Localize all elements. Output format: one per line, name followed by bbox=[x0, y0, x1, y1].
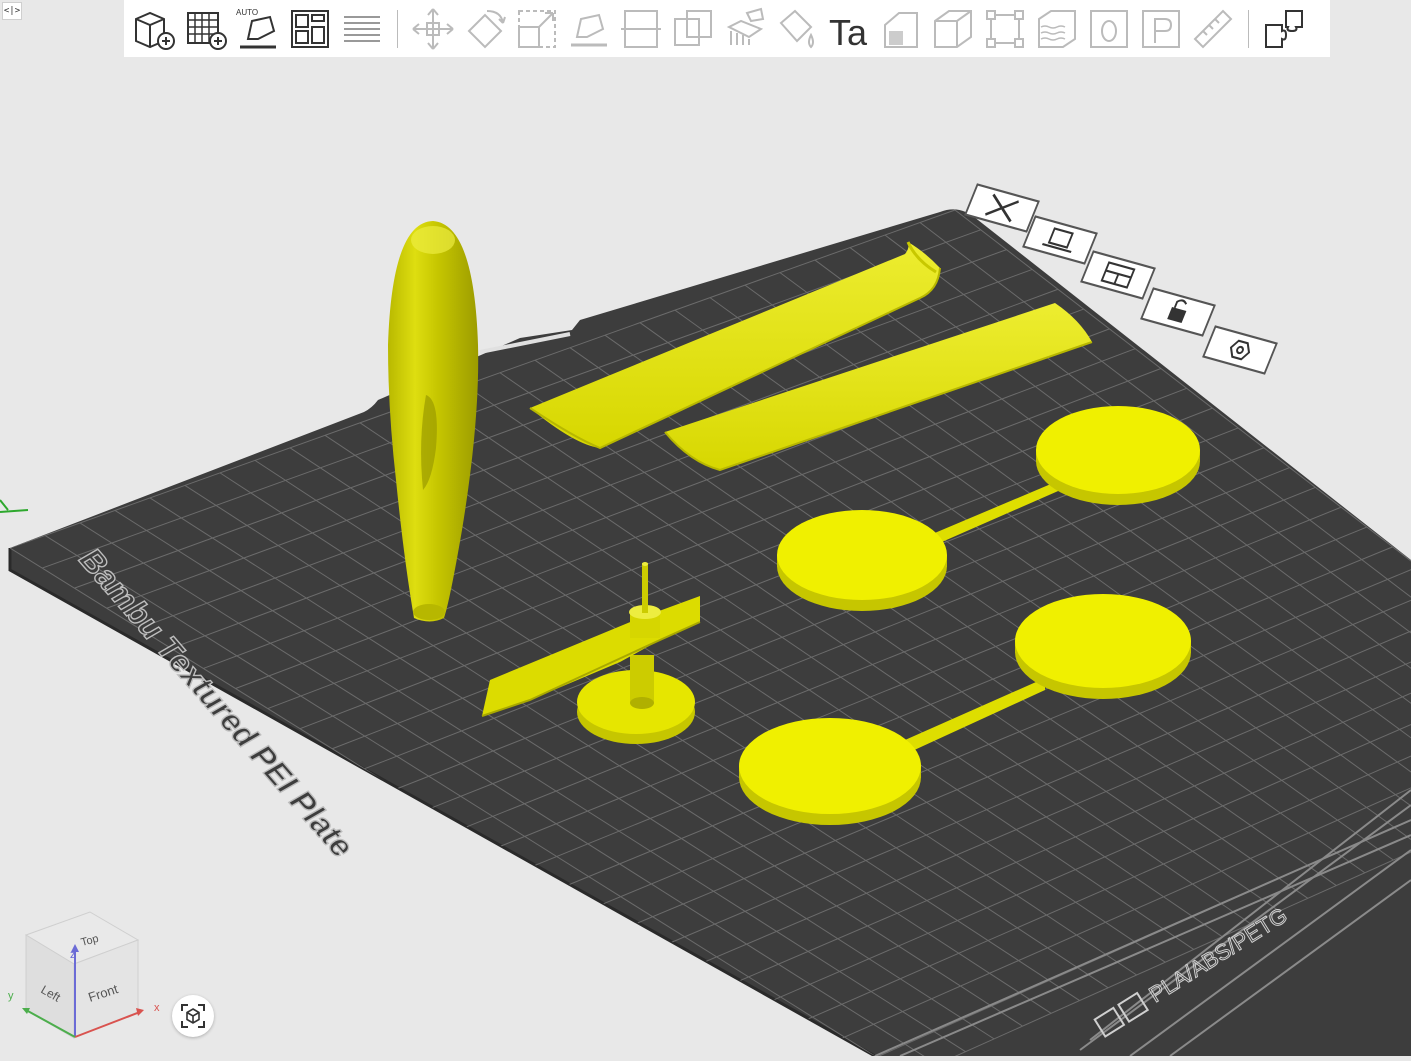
collapse-sidebar-button[interactable]: <|> bbox=[2, 2, 22, 20]
lock-plate-icon[interactable] bbox=[1140, 287, 1216, 337]
3d-viewport[interactable]: Bambu Textured PEI Plate PLA/ABS/PETG bbox=[0, 0, 1411, 1058]
color-paint-icon[interactable] bbox=[771, 0, 823, 57]
svg-text:Ta: Ta bbox=[829, 12, 868, 53]
move-icon[interactable] bbox=[407, 0, 459, 57]
ruler-icon[interactable] bbox=[1187, 0, 1239, 57]
fuzzy-skin-icon[interactable] bbox=[1031, 0, 1083, 57]
z-axis-label: z bbox=[70, 949, 76, 961]
mesh-boolean-icon[interactable] bbox=[927, 0, 979, 57]
auto-orient-icon[interactable]: AUTO bbox=[232, 0, 284, 57]
boolean-icon[interactable] bbox=[667, 0, 719, 57]
add-object-icon[interactable] bbox=[128, 0, 180, 57]
svg-text:AUTO: AUTO bbox=[236, 8, 258, 17]
plate-settings-icon[interactable] bbox=[1022, 215, 1098, 265]
object-list-icon[interactable] bbox=[1083, 0, 1135, 57]
add-plate-icon[interactable] bbox=[180, 0, 232, 57]
main-toolbar: AUTO Ta bbox=[124, 0, 1330, 57]
toolbar-separator bbox=[397, 9, 398, 48]
scale-icon[interactable] bbox=[511, 0, 563, 57]
plate-gear-icon[interactable] bbox=[1202, 325, 1278, 375]
view-navigation-cube[interactable]: Top Left Front z x y bbox=[0, 900, 175, 1050]
focus-view-icon bbox=[181, 1004, 205, 1028]
x-axis-label: x bbox=[154, 1002, 160, 1014]
arrange-plate-icon[interactable] bbox=[1080, 250, 1156, 300]
support-paint-icon[interactable] bbox=[719, 0, 771, 57]
y-axis-label: y bbox=[8, 990, 14, 1002]
plate-icon[interactable] bbox=[1135, 0, 1187, 57]
lay-on-face-icon[interactable] bbox=[563, 0, 615, 57]
text-icon[interactable]: Ta bbox=[823, 0, 875, 57]
split-layers-icon[interactable] bbox=[336, 0, 388, 57]
measure-icon[interactable] bbox=[979, 0, 1031, 57]
cut-icon[interactable] bbox=[615, 0, 667, 57]
rotate-icon[interactable] bbox=[459, 0, 511, 57]
assembly-icon[interactable] bbox=[1258, 0, 1310, 57]
seam-paint-icon[interactable] bbox=[875, 0, 927, 57]
toolbar-separator bbox=[1248, 9, 1249, 48]
arrange-icon[interactable] bbox=[284, 0, 336, 57]
origin-axis-marker bbox=[0, 499, 29, 513]
zoom-to-fit-button[interactable] bbox=[172, 995, 214, 1037]
